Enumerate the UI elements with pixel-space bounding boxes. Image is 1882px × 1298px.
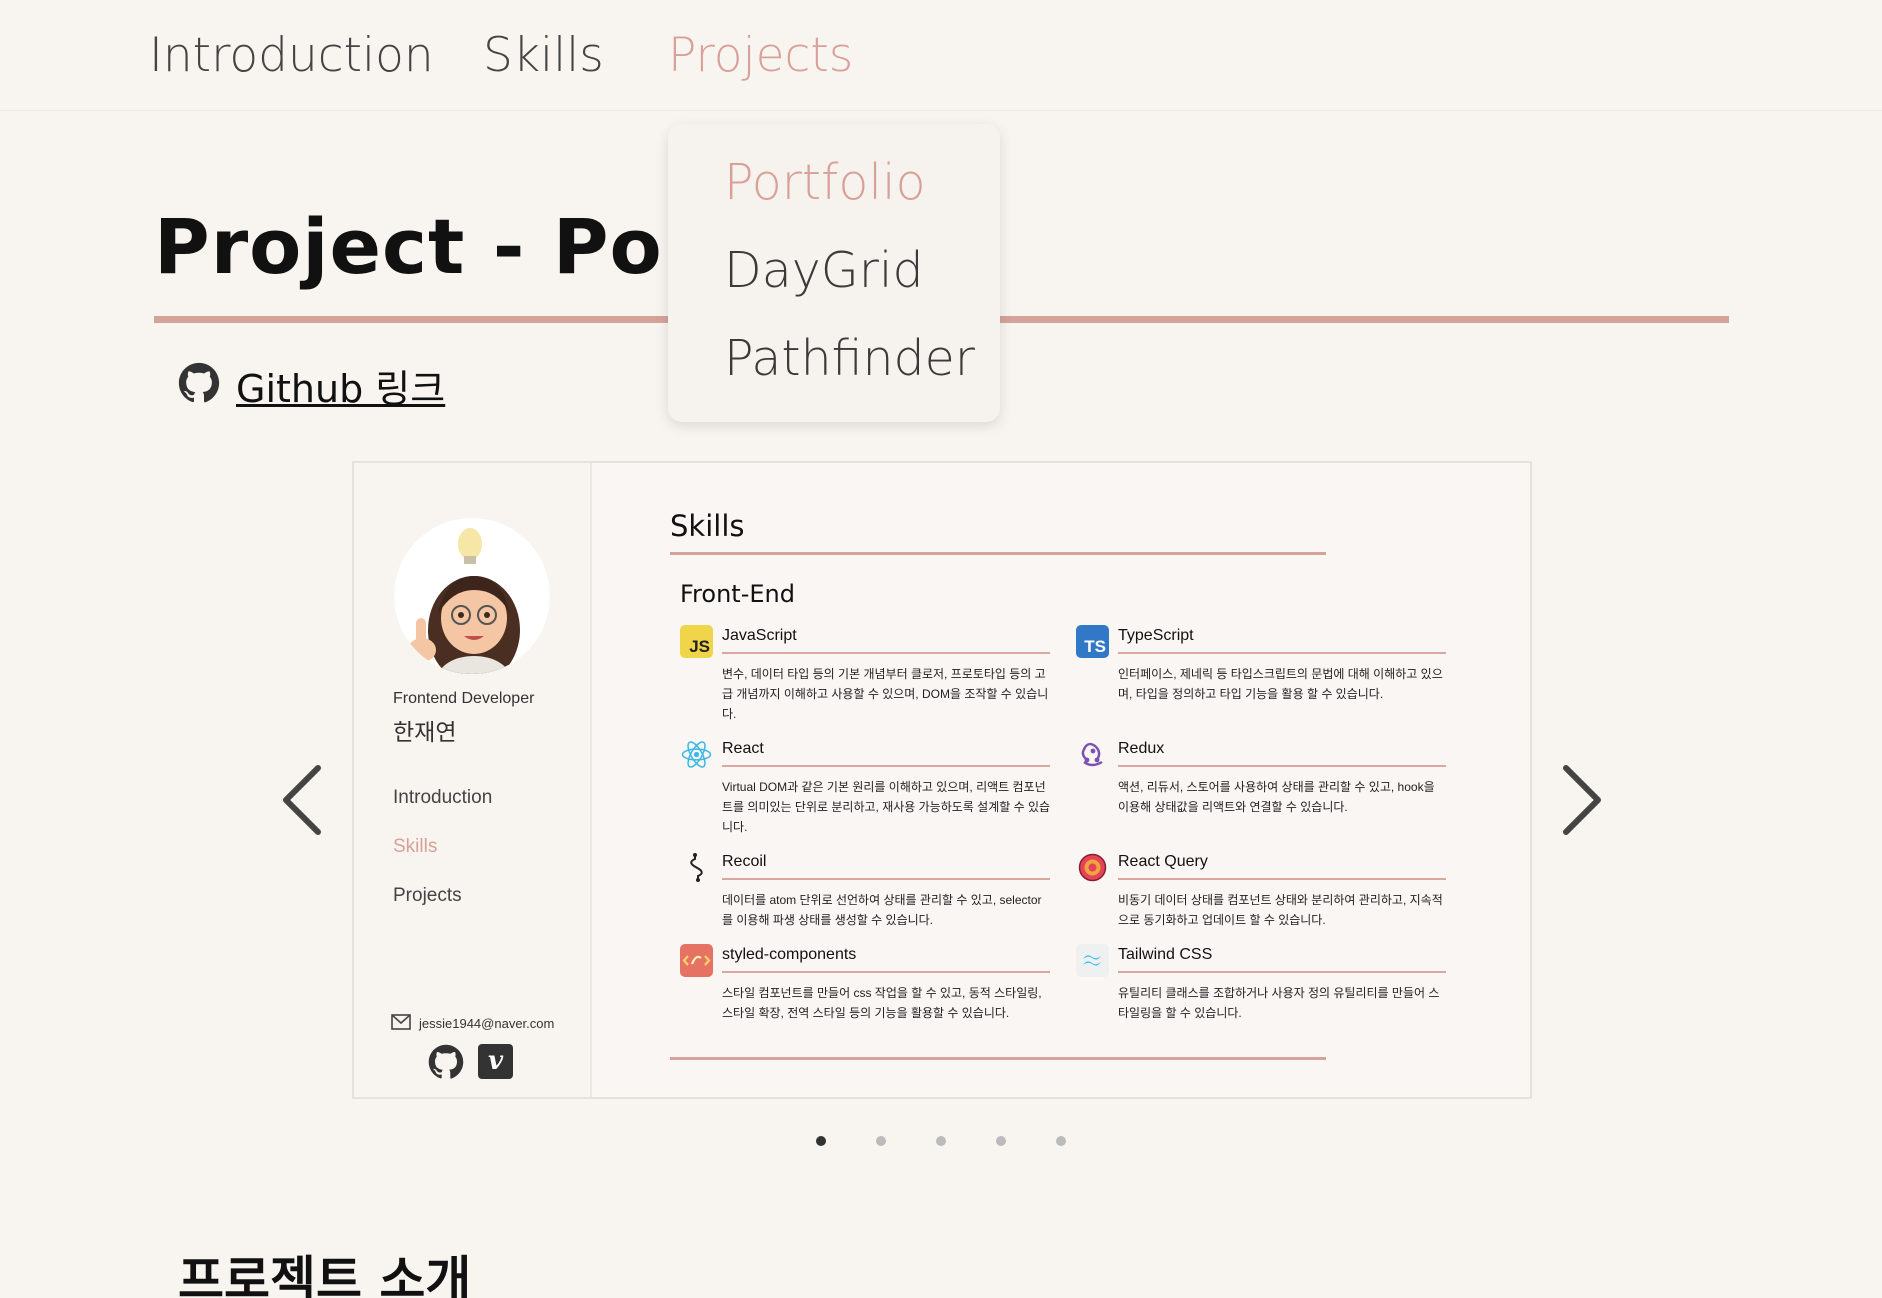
side-name: 한재연 [393,720,457,746]
skill-javascript: JS JavaScript 변수, 데이터 타입 등의 기본 개념부터 클로저,… [680,625,1050,721]
side-nav-introduction[interactable]: Introduction [393,787,492,809]
ts-icon: TS [1076,625,1109,658]
skills-title: Skills [670,509,745,543]
side-nav-projects[interactable]: Projects [393,885,462,907]
skill-divider [722,652,1050,654]
carousel-next-arrow[interactable] [1556,762,1606,838]
skill-description: 스타일 컴포넌트를 만들어 css 작업을 할 수 있고, 동적 스타일링, 스… [722,986,1042,1020]
carousel-slide: Frontend Developer 한재연 Introduction Skil… [352,461,1532,1099]
carousel-dot[interactable] [996,1136,1006,1146]
redux-icon [1076,738,1109,771]
skill-divider [1118,971,1446,973]
skill-name: Tailwind CSS [1118,946,1213,963]
carousel-dot[interactable] [936,1136,946,1146]
dropdown-item-pathfinder[interactable]: Pathfinder [724,330,975,387]
projects-dropdown: Portfolio DayGrid Pathfinder [668,124,1000,422]
skills-bottom-divider [670,1057,1326,1060]
skill-divider [1118,765,1446,767]
github-link-row: Github 링크 [178,358,445,413]
skill-name: Recoil [722,853,767,870]
skill-tailwind: Tailwind CSS 유틸리티 클래스를 조합하거나 사용자 정의 유틸리티… [1076,944,1446,1024]
carousel-dot[interactable] [816,1136,826,1146]
skill-divider [1118,652,1446,654]
side-nav-skills[interactable]: Skills [393,836,437,858]
dropdown-item-daygrid[interactable]: DayGrid [724,242,924,299]
skill-styled-components: styled-components 스타일 컴포넌트를 만들어 css 작업을 … [680,944,1050,1024]
skill-react-query: React Query 비동기 데이터 상태를 컴포넌트 상태와 분리하여 관리… [1076,851,1446,931]
mail-icon [391,1014,411,1033]
carousel-dot[interactable] [1056,1136,1066,1146]
avatar [394,518,550,674]
skill-typescript: TS TypeScript 인터페이스, 제네릭 등 타입스크립트의 문법에 대… [1076,625,1446,715]
side-role: Frontend Developer [393,690,535,707]
nav-introduction[interactable]: Introduction [149,28,434,83]
github-icon[interactable] [428,1044,464,1085]
section-title: 프로젝트 소개 [178,1251,472,1298]
skill-divider [722,878,1050,880]
side-social-icons: v [428,1044,513,1085]
react-icon [680,738,713,771]
dropdown-item-portfolio[interactable]: Portfolio [724,154,926,211]
github-icon [178,362,220,409]
nav-projects[interactable]: Projects [668,28,853,83]
recoil-icon [680,851,713,884]
email-text: jessie1944@naver.com [419,1016,555,1031]
skill-react: React Virtual DOM과 같은 기본 원리를 이해하고 있으며, 리… [680,738,1050,834]
skill-description: 데이터를 atom 단위로 선언하여 상태를 관리할 수 있고, selecto… [722,893,1042,927]
skill-divider [722,765,1050,767]
skill-description: 인터페이스, 제네릭 등 타입스크립트의 문법에 대해 이해하고 있으며, 타입… [1118,667,1443,701]
front-end-title: Front-End [680,580,795,608]
skill-recoil: Recoil 데이터를 atom 단위로 선언하여 상태를 관리할 수 있고, … [680,851,1050,931]
skill-divider [722,971,1050,973]
js-icon: JS [680,625,713,658]
tailwind-icon [1076,944,1109,977]
styled-components-icon [680,944,713,977]
github-link[interactable]: Github 링크 [236,358,445,413]
skill-name: TypeScript [1118,627,1194,644]
skill-name: Redux [1118,740,1165,757]
slide-main: Skills Front-End JS JavaScript 변수, 데이터 타… [592,463,1532,1097]
skill-redux: Redux 액션, 리듀서, 스토어를 사용하여 상태를 관리할 수 있고, h… [1076,738,1446,828]
vimeo-icon[interactable]: v [478,1044,513,1079]
carousel-pagination [816,1136,1066,1146]
skill-description: 비동기 데이터 상태를 컴포넌트 상태와 분리하여 관리하고, 지속적으로 동기… [1118,893,1443,927]
skill-name: React Query [1118,853,1208,870]
skill-description: 액션, 리듀서, 스토어를 사용하여 상태를 관리할 수 있고, hook을 이… [1118,780,1435,814]
skill-name: JavaScript [722,627,797,644]
side-email: jessie1944@naver.com [391,1014,554,1033]
skill-description: 유틸리티 클래스를 조합하거나 사용자 정의 유틸리티를 만들어 스타일링을 할… [1118,986,1440,1020]
skills-divider [670,552,1326,555]
skill-name: React [722,740,764,757]
react-query-icon [1076,851,1109,884]
nav-skills[interactable]: Skills [483,28,604,83]
slide-sidebar: Frontend Developer 한재연 Introduction Skil… [354,463,592,1097]
carousel-prev-arrow[interactable] [278,762,328,838]
skill-divider [1118,878,1446,880]
top-nav: Introduction Skills Projects [0,0,1882,111]
skill-description: Virtual DOM과 같은 기본 원리를 이해하고 있으며, 리액트 컴포넌… [722,780,1051,834]
skill-name: styled-components [722,946,857,963]
skill-description: 변수, 데이터 타입 등의 기본 개념부터 클로저, 프로토타입 등의 고급 개… [722,667,1049,721]
carousel-dot[interactable] [876,1136,886,1146]
